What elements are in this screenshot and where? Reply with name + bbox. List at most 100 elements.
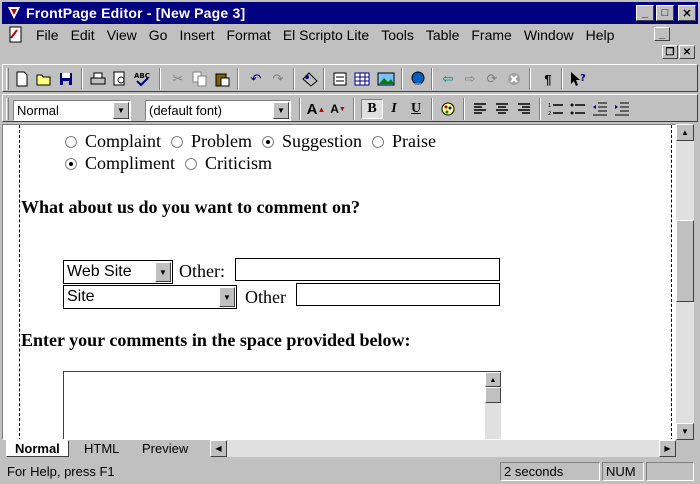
copy-icon[interactable]	[189, 69, 211, 89]
show-paragraph-marks-icon[interactable]: ¶	[537, 69, 559, 89]
standard-toolbar: ABC ✂ ↶ ↷ ⇦ ⇨ ⟳ ¶ ?	[2, 64, 698, 92]
align-center-icon[interactable]	[491, 99, 513, 119]
status-download-time: 2 seconds	[500, 462, 600, 481]
editor-horizontal-scrollbar[interactable]: ◀ ▶	[210, 440, 676, 457]
scroll-thumb[interactable]	[485, 387, 501, 403]
menu-help[interactable]: Help	[580, 25, 621, 45]
menu-view[interactable]: View	[101, 25, 143, 45]
align-left-icon[interactable]	[469, 99, 491, 119]
form-boundary-right	[671, 125, 672, 439]
scroll-up-icon[interactable]: ▲	[485, 372, 501, 387]
editor-canvas[interactable]: Complaint Problem Suggestion Praise Comp…	[2, 124, 676, 440]
document-icon[interactable]	[8, 26, 26, 44]
radio-complaint[interactable]	[65, 135, 77, 148]
context-help-icon[interactable]: ?	[567, 69, 589, 89]
chevron-down-icon[interactable]: ▼	[219, 287, 235, 307]
numbered-list-icon[interactable]: 12	[545, 99, 567, 119]
scroll-thumb[interactable]	[676, 220, 694, 302]
print-icon[interactable]	[87, 69, 109, 89]
back-icon[interactable]: ⇦	[437, 69, 459, 89]
scroll-left-icon[interactable]: ◀	[210, 440, 227, 457]
textarea-scrollbar[interactable]: ▲	[485, 372, 501, 439]
redo-icon[interactable]: ↷	[267, 69, 289, 89]
scroll-right-icon[interactable]: ▶	[659, 440, 676, 457]
radio-label: Praise	[392, 131, 437, 151]
other-label: Other	[245, 287, 286, 307]
decrease-font-size-icon[interactable]: A ▼	[327, 99, 349, 119]
doc-close-button[interactable]: ✕	[679, 45, 695, 59]
scroll-up-icon[interactable]: ▲	[676, 124, 694, 141]
menu-table[interactable]: Table	[420, 25, 465, 45]
toolbar-separator	[81, 68, 83, 90]
site-dropdown[interactable]: Site ▼	[63, 285, 237, 309]
increase-indent-icon[interactable]	[611, 99, 633, 119]
menu-window[interactable]: Window	[518, 25, 580, 45]
chevron-down-icon[interactable]: ▼	[155, 262, 171, 282]
doc-minimize-button[interactable]: _	[654, 27, 670, 41]
menu-go[interactable]: Go	[143, 25, 174, 45]
undo-icon[interactable]: ↶	[245, 69, 267, 89]
open-folder-icon[interactable]	[33, 69, 55, 89]
tab-html[interactable]: HTML	[76, 440, 127, 457]
increase-font-size-icon[interactable]: A ▲	[305, 99, 327, 119]
chevron-down-icon[interactable]: ▼	[273, 102, 289, 119]
menu-format[interactable]: Format	[220, 25, 276, 45]
decrease-indent-icon[interactable]	[589, 99, 611, 119]
hyperlink-icon[interactable]	[407, 69, 429, 89]
insert-image-icon[interactable]	[375, 69, 397, 89]
refresh-icon[interactable]: ⟳	[481, 69, 503, 89]
maximize-button[interactable]: □	[656, 5, 674, 21]
paste-icon[interactable]	[211, 69, 233, 89]
font-dropdown[interactable]: (default font) ▼	[145, 100, 291, 121]
radio-praise[interactable]	[372, 135, 385, 148]
comments-textarea[interactable]: ▲	[63, 371, 501, 439]
print-preview-icon[interactable]	[109, 69, 131, 89]
webbot-icon[interactable]	[299, 69, 321, 89]
tab-normal[interactable]: Normal	[6, 440, 69, 457]
menu-insert[interactable]: Insert	[173, 25, 220, 45]
form-field-icon[interactable]	[329, 69, 351, 89]
text-color-icon[interactable]	[437, 99, 459, 119]
menu-file[interactable]: File	[30, 25, 65, 45]
radio-suggestion[interactable]	[262, 135, 274, 148]
spelling-icon[interactable]: ABC	[131, 69, 153, 89]
toolbar-separator	[401, 68, 403, 90]
cut-icon[interactable]: ✂	[167, 69, 189, 89]
save-icon[interactable]	[55, 69, 77, 89]
bulleted-list-icon[interactable]	[567, 99, 589, 119]
menu-edit[interactable]: Edit	[65, 25, 101, 45]
site-value: Site	[67, 288, 95, 305]
tab-preview[interactable]: Preview	[134, 440, 196, 457]
insert-table-icon[interactable]	[351, 69, 373, 89]
doc-restore-button[interactable]: ❐	[662, 45, 678, 59]
toolbar-grip[interactable]	[6, 68, 9, 90]
minimize-button[interactable]: _	[636, 5, 654, 21]
toolbar-grip[interactable]	[6, 98, 9, 120]
heading-comment-about: What about us do you want to comment on?	[21, 197, 361, 217]
menu-frame[interactable]: Frame	[465, 25, 517, 45]
editor-vertical-scrollbar[interactable]: ▲ ▼	[676, 124, 694, 440]
underline-button[interactable]: U	[405, 99, 427, 119]
italic-button[interactable]: I	[383, 99, 405, 119]
toolbar-separator	[561, 68, 563, 90]
close-button[interactable]: ✕	[678, 5, 696, 21]
forward-icon[interactable]: ⇨	[459, 69, 481, 89]
stop-icon[interactable]	[503, 69, 525, 89]
radio-criticism[interactable]	[185, 157, 197, 170]
chevron-down-icon[interactable]: ▼	[113, 102, 129, 119]
other-site-input[interactable]	[296, 283, 500, 306]
bold-button[interactable]: B	[361, 99, 383, 119]
radio-problem[interactable]	[171, 135, 183, 148]
style-dropdown[interactable]: Normal ▼	[13, 100, 131, 121]
style-value: Normal	[17, 103, 59, 118]
align-right-icon[interactable]	[513, 99, 535, 119]
scroll-down-icon[interactable]: ▼	[676, 423, 694, 440]
other-subject-input[interactable]	[235, 258, 500, 281]
menu-tools[interactable]: Tools	[375, 25, 420, 45]
toolbar-separator	[293, 68, 295, 90]
radio-compliment[interactable]	[65, 157, 77, 170]
menu-el-scripto-lite[interactable]: El Scripto Lite	[277, 25, 375, 45]
subject-dropdown[interactable]: Web Site ▼	[63, 260, 173, 284]
frontpage-app-icon[interactable]	[5, 4, 23, 22]
new-page-icon[interactable]	[11, 69, 33, 89]
